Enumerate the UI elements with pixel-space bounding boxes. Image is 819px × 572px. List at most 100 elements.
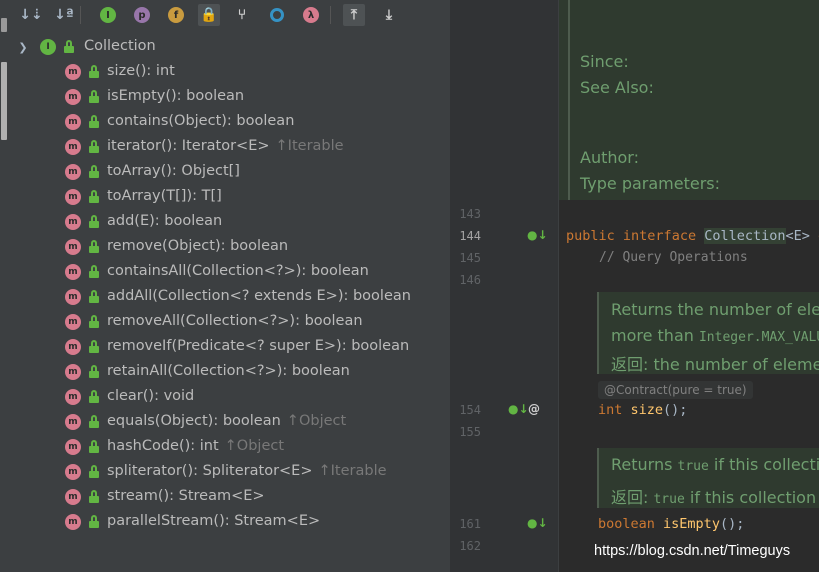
method-icon: m [65,464,81,480]
sort-by-visibility-button[interactable]: ↓⇣ [19,4,42,26]
member-signature: isEmpty(): boolean [107,88,245,104]
member-signature: hashCode(): int ↑Object [107,438,285,454]
autoscroll-to-source-icon: ⤒ [350,7,358,23]
method-icon: m [65,289,81,305]
method-icon: m [65,264,81,280]
show-inherited-button[interactable]: I [97,4,119,26]
watermark-text: https://blog.csdn.net/Timeguys [594,543,791,559]
member-signature: clear(): void [107,388,195,404]
doc-since-label: Since: [580,52,629,71]
method-icon: m [65,89,81,105]
member-signature: retainAll(Collection<?>): boolean [107,363,350,379]
toolbar-separator [80,6,81,24]
public-lock-icon [89,265,99,278]
public-lock-icon [89,290,99,303]
public-lock-icon [89,190,99,203]
show-non-public-button[interactable]: 🔒 [198,4,220,26]
show-properties-button[interactable]: p [131,4,153,26]
keyword: public [566,228,615,244]
show-anonymous-icon: ⑂ [237,7,247,23]
annotation-at-icon[interactable]: @ [528,402,540,416]
public-lock-icon [89,490,99,503]
public-lock-icon [89,140,99,153]
show-fields-button[interactable]: f [165,4,187,26]
line-number: 154 [459,403,481,417]
member-signature: toArray(): Object[] [107,163,240,179]
doc-line: Returns true if this collectio [611,455,819,474]
implemented-down-arrow-icon[interactable]: ●↓ [527,228,548,242]
method-icon: m [65,139,81,155]
inherited-from-label: ↑Iterable [318,463,387,479]
doc-line: Returns the number of elem [611,300,819,319]
method-icon: m [65,489,81,505]
member-signature: equals(Object): boolean ↑Object [107,413,347,429]
member-signature: add(E): boolean [107,213,223,229]
inherited-from-label: ↑Object [286,413,347,429]
method-icon: m [65,164,81,180]
doc-type-parameters-label: Type parameters: [580,174,721,193]
doc-return-line: 返回: the number of elemen [611,355,819,374]
public-lock-icon [89,215,99,228]
method-icon: m [65,239,81,255]
show-lambdas-button[interactable] [266,4,288,26]
structure-toolbar: ↓⇣ ↓ª Ip f 🔒 ⑂ λ ⤒ ⤓ [10,0,450,30]
show-properties-icon: p [134,7,150,23]
doc-bar [568,0,570,200]
sort-alphabetically-button[interactable]: ↓ª [53,4,75,26]
member-signature: iterator(): Iterator<E> ↑Iterable [107,138,344,154]
autoscroll-to-source-button[interactable]: ⤒ [343,4,365,26]
member-signature: remove(Object): boolean [107,238,289,254]
member-signature: removeIf(Predicate<? super E>): boolean [107,338,410,354]
public-lock-icon [89,65,99,78]
code-line-154[interactable]: int size(); [598,402,687,418]
public-lock-icon [89,240,99,253]
line-number: 155 [459,425,481,439]
public-lock-icon [89,90,99,103]
doc-author-label: Author: [580,148,639,167]
show-inherited-icon: I [100,7,116,23]
code-line-161[interactable]: boolean isEmpty(); [598,516,744,532]
code-comment: // Query Operations [599,250,748,265]
method-icon: m [65,514,81,530]
public-lock-icon [89,415,99,428]
show-lambda-icon: λ [303,7,319,23]
rendered-doc-isempty: Returns true if this collectio 返回: true … [597,448,819,508]
method-icon: m [65,64,81,80]
method-icon: m [65,439,81,455]
line-number: 161 [459,517,481,531]
chevron-down-icon[interactable]: ❯ [16,35,30,60]
method-icon: m [65,214,81,230]
method-icon: m [65,314,81,330]
code-editor[interactable]: Since: See Also: Author: Type parameters… [450,0,819,572]
method-icon: m [65,114,81,130]
autoscroll-from-source-button[interactable]: ⤓ [378,4,400,26]
line-number: 145 [459,251,481,265]
member-signature: contains(Object): boolean [107,113,295,129]
method-icon: m [65,389,81,405]
structure-tool-window-tab[interactable] [1,62,7,140]
code-line-144[interactable]: public interface Collection<E> e [566,228,819,244]
public-lock-icon [89,465,99,478]
show-fields-icon: f [168,7,184,23]
tool-window-tab-marker [1,18,7,32]
public-lock-icon [89,440,99,453]
member-signature: stream(): Stream<E> [107,488,265,504]
toolbar-separator [330,6,331,24]
implemented-down-arrow-icon[interactable]: ●↓ [527,516,548,530]
show-lambdas-icon [270,8,284,22]
contract-annotation-hint: @Contract(pure = true) [598,381,753,399]
public-lock-icon [89,165,99,178]
show-non-public-icon: 🔒 [200,7,218,23]
show-lambda-button[interactable]: λ [300,4,322,26]
line-number: 162 [459,539,481,553]
interface-icon: I [40,39,56,55]
public-lock-icon [89,365,99,378]
member-signature: removeAll(Collection<?>): boolean [107,313,363,329]
structure-panel: ↓⇣ ↓ª Ip f 🔒 ⑂ λ ⤒ ⤓ ❯ I Collection m size(): int… [10,0,450,572]
implemented-down-arrow-icon[interactable]: ●↓ [508,402,529,416]
public-lock-icon [89,390,99,403]
autoscroll-from-source-icon: ⤓ [385,7,393,23]
member-signature: toArray(T[]): T[] [107,188,222,204]
line-number: 146 [459,273,481,287]
show-anonymous-button[interactable]: ⑂ [231,4,253,26]
